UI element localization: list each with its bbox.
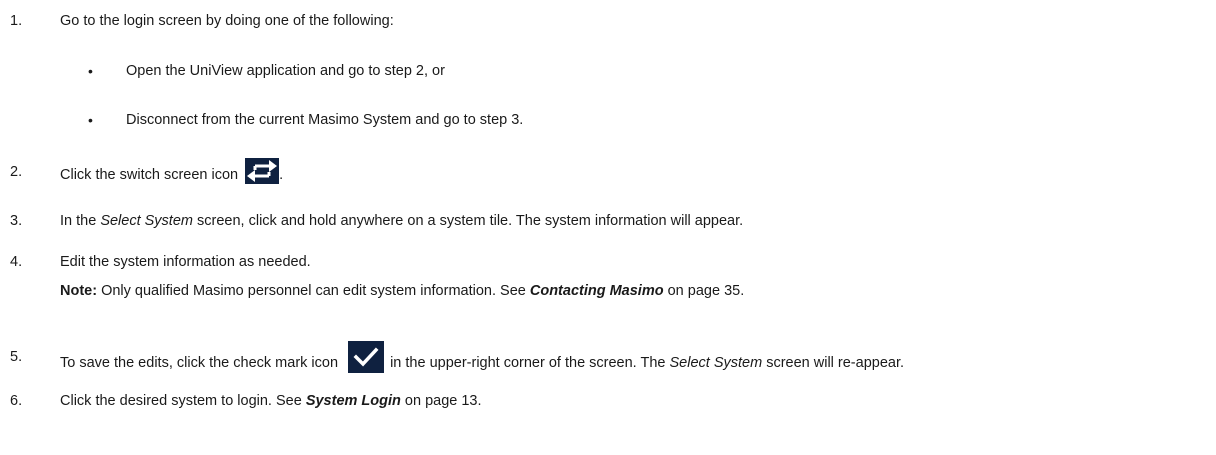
step-text: Click the switch screen icon . [60,158,284,188]
note-label: Note: [60,283,98,299]
step-text-after-icon: . [279,166,284,183]
step-text-after-icon: in the upper-right corner of the screen.… [390,354,670,371]
step-text-prefix: In the [60,213,101,229]
bullet-text: Open the UniView application and go to s… [126,63,445,79]
bullet-item: • Open the UniView application and go to… [0,61,1216,81]
check-mark-icon [348,341,385,373]
instruction-document: 1. Go to the login screen by doing one o… [0,0,1216,455]
note-page-ref: on page 35. [663,283,745,299]
step-text-prefix: Click the desired system to login. See [60,393,306,409]
step-4: 4. Edit the system information as needed… [0,252,1216,272]
step-text-suffix: screen, click and hold anywhere on a sys… [192,213,744,229]
step-3: 3. In the Select System screen, click an… [0,211,1216,231]
note-body: Only qualified Masimo personnel can edit… [97,283,530,299]
step-text-suffix: on page 13. [400,393,482,409]
step-number: 3. [10,213,23,229]
step-text: Edit the system information as needed. [60,254,311,270]
step-number: 5. [10,349,23,365]
step-text: Go to the login screen by doing one of t… [60,13,394,29]
step-number: 4. [10,254,23,270]
step-text-before-icon: To save the edits, click the check mark … [60,354,339,371]
bullet-item: • Disconnect from the current Masimo Sys… [0,110,1216,130]
step-number: 1. [10,13,23,29]
bullet-glyph: • [88,63,93,79]
screen-name: Select System [669,354,763,371]
step-text-suffix: screen will re-appear. [762,354,905,371]
step-number: 2. [10,164,23,180]
bullet-text: Disconnect from the current Masimo Syste… [126,112,524,128]
note-text: Note: Only qualified Masimo personnel ca… [60,281,744,301]
cross-reference-link[interactable]: System Login [306,393,401,409]
step-number: 6. [10,393,23,409]
step-text: To save the edits, click the check mark … [60,341,905,379]
step-text: Click the desired system to login. See S… [60,391,482,411]
step-text: In the Select System screen, click and h… [60,211,743,231]
step-text-before-icon: Click the switch screen icon [60,166,239,183]
step-2: 2. Click the switch screen icon . [0,158,1216,184]
step-6: 6. Click the desired system to login. Se… [0,391,1216,411]
step-1: 1. Go to the login screen by doing one o… [0,11,1216,31]
bullet-glyph: • [88,112,93,128]
cross-reference-link[interactable]: Contacting Masimo [530,283,664,299]
screen-name: Select System [100,213,193,229]
step-5: 5. To save the edits, click the check ma… [0,341,1216,373]
switch-screen-icon [245,158,280,184]
note: Note: Only qualified Masimo personnel ca… [0,281,1216,301]
